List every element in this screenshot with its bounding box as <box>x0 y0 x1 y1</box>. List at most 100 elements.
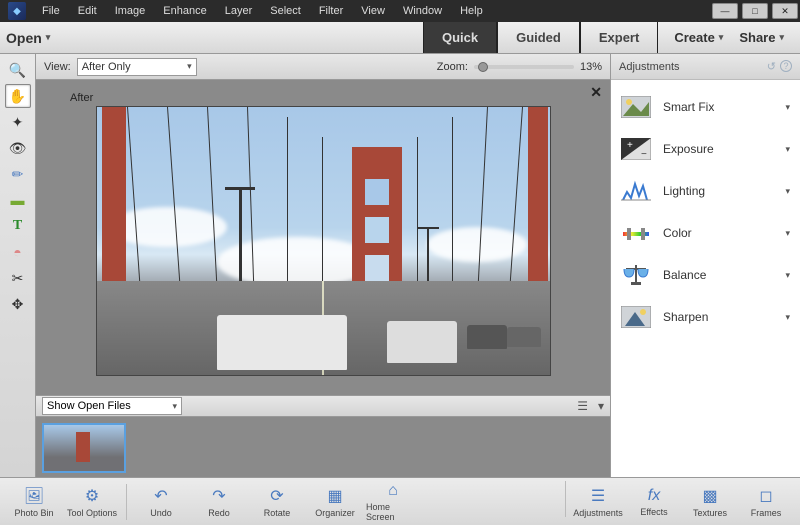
zoom-label: Zoom: <box>437 61 468 73</box>
straighten-tool[interactable]: ▬ <box>5 188 31 212</box>
separator <box>565 481 566 517</box>
whiten-teeth-tool[interactable]: ✏ <box>5 162 31 186</box>
tooloptions-label: Tool Options <box>67 508 117 518</box>
titlebar: ◆ File Edit Image Enhance Layer Select F… <box>0 0 800 22</box>
adjustment-label: Sharpen <box>663 310 708 324</box>
modebar: Open ▾ Quick Guided Expert Create ▾ Shar… <box>0 22 800 54</box>
textures-button[interactable]: ▩ Textures <box>682 481 738 523</box>
chevron-down-icon: ▾ <box>187 61 192 72</box>
photobin-button[interactable]: 🖼 Photo Bin <box>6 481 62 523</box>
menu-image[interactable]: Image <box>107 3 154 19</box>
effects-label: Effects <box>640 507 667 517</box>
undo-button[interactable]: ↶ Undo <box>133 481 189 523</box>
menu-window[interactable]: Window <box>395 3 450 19</box>
tab-quick[interactable]: Quick <box>423 22 497 53</box>
chevron-down-icon: ▾ <box>785 228 790 239</box>
photobin-icon: 🖼 <box>24 486 44 506</box>
adjustment-label: Color <box>663 226 692 240</box>
close-document-button[interactable]: ✕ <box>590 84 602 101</box>
open-button[interactable]: Open ▾ <box>0 22 100 53</box>
lighting-icon <box>621 178 651 204</box>
menu-select[interactable]: Select <box>262 3 309 19</box>
chevron-down-icon: ▾ <box>785 144 790 155</box>
menu-filter[interactable]: Filter <box>311 3 351 19</box>
tab-expert[interactable]: Expert <box>580 22 658 53</box>
adjustment-color[interactable]: Color ▾ <box>611 212 800 254</box>
homescreen-button[interactable]: ⌂ Home Screen <box>365 481 421 523</box>
view-dropdown[interactable]: After Only ▾ <box>77 58 197 76</box>
svg-text:−: − <box>641 149 647 160</box>
canvas-area: View: After Only ▾ Zoom: 13% ✕ After <box>36 54 610 477</box>
menu-edit[interactable]: Edit <box>70 3 105 19</box>
rotate-icon: ⟳ <box>270 486 283 506</box>
tooloptions-icon: ⚙ <box>85 486 99 506</box>
type-tool[interactable]: T <box>5 214 31 238</box>
chevron-down-icon: ▾ <box>46 32 51 43</box>
help-icon[interactable]: ? <box>780 60 792 72</box>
adjustment-label: Exposure <box>663 142 714 156</box>
image-canvas[interactable] <box>96 106 551 376</box>
view-options-row: View: After Only ▾ Zoom: 13% <box>36 54 610 80</box>
quick-select-tool[interactable]: ✦ <box>5 110 31 134</box>
adjustments-list: Smart Fix ▾ +− Exposure ▾ Lighting ▾ <box>611 80 800 477</box>
color-icon <box>621 220 651 246</box>
textures-icon: ▩ <box>702 486 717 506</box>
zoom-tool[interactable]: 🔍 <box>5 58 31 82</box>
chevron-down-icon: ▾ <box>785 102 790 113</box>
eye-tool[interactable]: 👁 <box>5 136 31 160</box>
filmstrip-menu-icon[interactable]: ☰ <box>577 399 588 413</box>
menu-view[interactable]: View <box>353 3 393 19</box>
zoom-slider-thumb[interactable] <box>478 62 488 72</box>
menu-file[interactable]: File <box>34 3 68 19</box>
menu-enhance[interactable]: Enhance <box>155 3 214 19</box>
adjustments-panel: Adjustments ↺ ? Smart Fix ▾ +− Exposure … <box>610 54 800 477</box>
textures-label: Textures <box>693 508 727 518</box>
frames-icon: ◻ <box>759 486 772 506</box>
thumbnail-1[interactable] <box>42 423 126 473</box>
app-icon: ◆ <box>8 2 26 20</box>
adjustments-button[interactable]: ☰ Adjustments <box>570 481 626 523</box>
chevron-down-icon: ▾ <box>785 270 790 281</box>
adjustment-smartfix[interactable]: Smart Fix ▾ <box>611 86 800 128</box>
adjustments-header: Adjustments ↺ ? <box>611 54 800 80</box>
move-tool[interactable]: ✥ <box>5 292 31 316</box>
close-button[interactable]: ✕ <box>772 3 798 19</box>
adjustment-exposure[interactable]: +− Exposure ▾ <box>611 128 800 170</box>
hand-tool[interactable]: ✋ <box>5 84 31 108</box>
adjustments-title: Adjustments <box>619 61 680 73</box>
filmstrip-collapse-icon[interactable]: ▾ <box>598 399 604 413</box>
adjustment-balance[interactable]: Balance ▾ <box>611 254 800 296</box>
adjustment-lighting[interactable]: Lighting ▾ <box>611 170 800 212</box>
share-label: Share <box>739 30 775 45</box>
spot-heal-tool[interactable]: ◓ <box>5 240 31 264</box>
menu-help[interactable]: Help <box>452 3 491 19</box>
tab-guided[interactable]: Guided <box>497 22 580 53</box>
organizer-button[interactable]: ▦ Organizer <box>307 481 363 523</box>
after-label: After <box>70 92 590 104</box>
photobin-dropdown[interactable]: Show Open Files ▾ <box>42 397 182 415</box>
main-area: 🔍 ✋ ✦ 👁 ✏ ▬ T ◓ ✂ ✥ View: After Only ▾ Z… <box>0 54 800 477</box>
adjustment-sharpen[interactable]: Sharpen ▾ <box>611 296 800 338</box>
redo-button[interactable]: ↷ Redo <box>191 481 247 523</box>
zoom-slider[interactable] <box>474 65 574 69</box>
crop-tool[interactable]: ✂ <box>5 266 31 290</box>
menubar: File Edit Image Enhance Layer Select Fil… <box>34 3 491 19</box>
menu-layer[interactable]: Layer <box>217 3 261 19</box>
rotate-button[interactable]: ⟳ Rotate <box>249 481 305 523</box>
separator <box>126 484 127 520</box>
adjustments-label: Adjustments <box>573 508 623 518</box>
chevron-down-icon: ▾ <box>785 186 790 197</box>
minimize-button[interactable]: — <box>712 3 738 19</box>
share-button[interactable]: Share ▾ <box>733 30 790 45</box>
adjustment-label: Smart Fix <box>663 100 714 114</box>
effects-button[interactable]: fx Effects <box>626 481 682 523</box>
tooloptions-button[interactable]: ⚙ Tool Options <box>64 481 120 523</box>
maximize-button[interactable]: □ <box>742 3 768 19</box>
frames-button[interactable]: ◻ Frames <box>738 481 794 523</box>
window-controls: — □ ✕ <box>710 3 800 19</box>
create-button[interactable]: Create ▾ <box>668 30 729 45</box>
effects-icon: fx <box>648 487 660 505</box>
filmstrip-header: Show Open Files ▾ ☰ ▾ <box>36 395 610 417</box>
reset-icon[interactable]: ↺ <box>767 60 776 73</box>
bottombar: 🖼 Photo Bin ⚙ Tool Options ↶ Undo ↷ Redo… <box>0 477 800 525</box>
